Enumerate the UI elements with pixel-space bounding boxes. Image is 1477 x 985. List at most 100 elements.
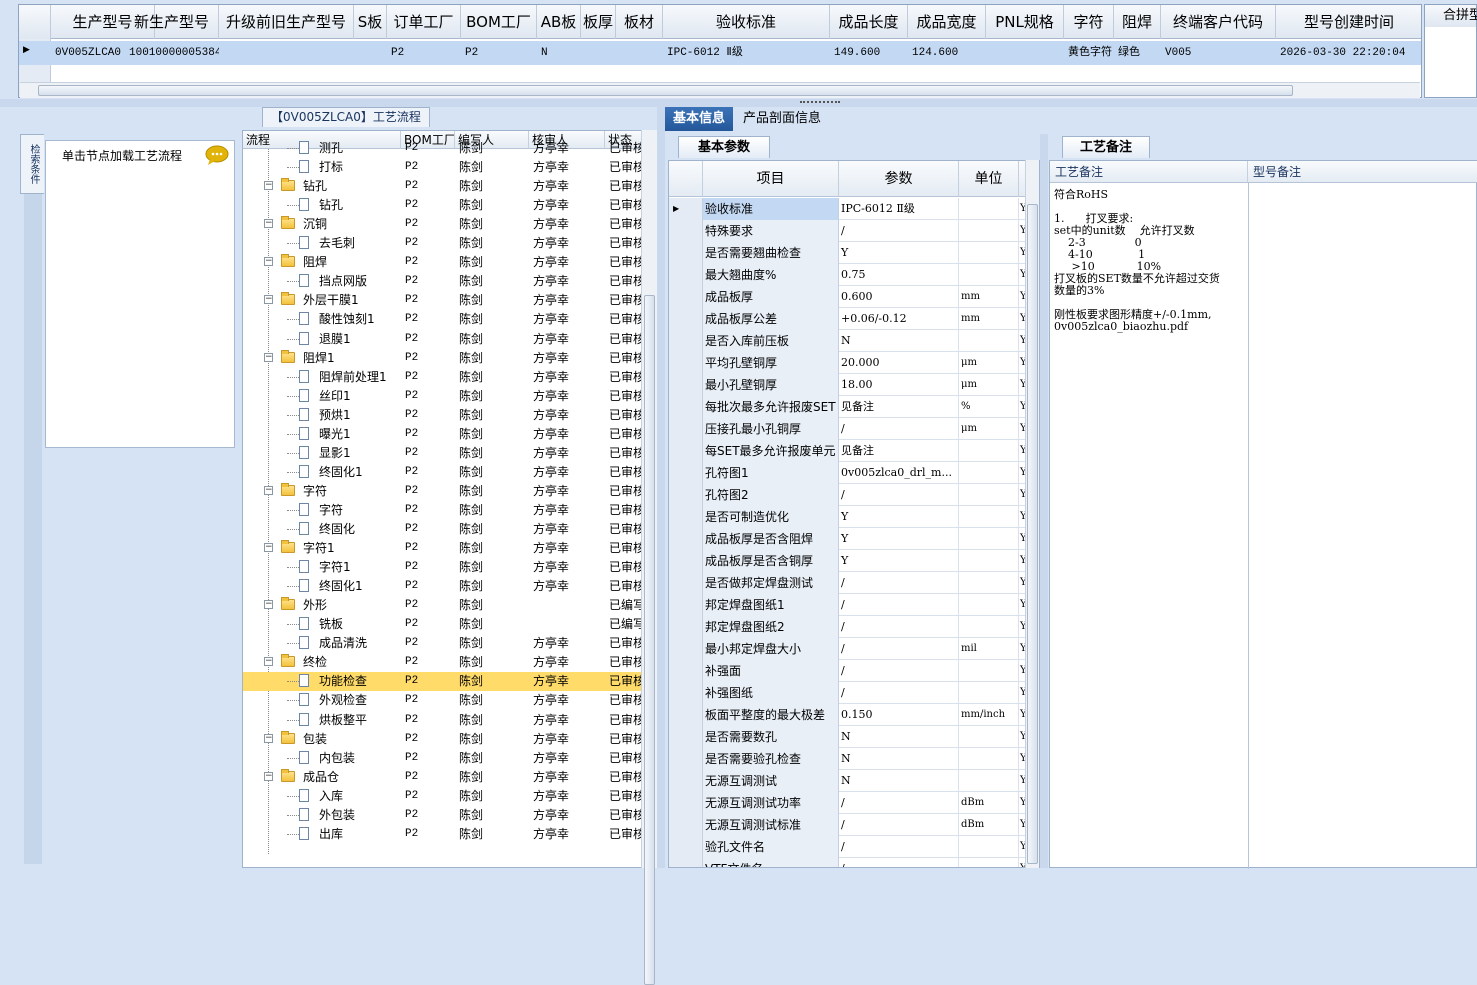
tree-row[interactable]: 字符 P2 陈剑 方亭幸 已审核: [243, 501, 643, 520]
tree-row[interactable]: 终固化1 P2 陈剑 方亭幸 已审核: [243, 577, 643, 596]
column-header[interactable]: 板材: [616, 5, 663, 39]
param-value[interactable]: /: [839, 594, 959, 616]
tab-basic-info[interactable]: 基本信息: [665, 107, 734, 131]
param-unit[interactable]: [959, 462, 1019, 484]
param-unit[interactable]: [959, 836, 1019, 858]
param-row[interactable]: 孔符图2/Y: [669, 484, 1039, 506]
tree-row[interactable]: 功能检查 P2 陈剑 方亭幸 已审核: [243, 672, 643, 692]
param-value[interactable]: /: [839, 682, 959, 704]
tree-row[interactable]: − 终检 P2 陈剑 方亭幸 已审核: [243, 653, 643, 672]
param-value[interactable]: 见备注: [839, 440, 959, 462]
tree-row[interactable]: 去毛刺 P2 陈剑 方亭幸 已审核: [243, 234, 643, 253]
param-value[interactable]: /: [839, 484, 959, 506]
param-row[interactable]: 最小邦定焊盘大小 / mil Y: [669, 638, 1039, 660]
param-value[interactable]: +0.06/-0.12: [839, 308, 959, 330]
horizontal-splitter[interactable]: [0, 99, 1477, 107]
param-value[interactable]: 18.00: [839, 374, 959, 396]
tree-row[interactable]: − 钻孔 P2 陈剑 方亭幸 已审核: [243, 177, 643, 196]
column-header[interactable]: 成品宽度: [908, 5, 986, 39]
param-unit[interactable]: [959, 198, 1019, 220]
model-cell[interactable]: P2: [391, 41, 461, 65]
tree-row[interactable]: − 外形 P2 陈剑 已编写: [243, 596, 643, 615]
param-value[interactable]: /: [839, 572, 959, 594]
param-unit[interactable]: μm: [959, 374, 1019, 396]
model-cell[interactable]: [585, 41, 616, 65]
column-header[interactable]: 终端客户代码: [1161, 5, 1276, 39]
tree-row[interactable]: 出库 P2 陈剑 方亭幸 已审核: [243, 825, 643, 844]
param-value[interactable]: Y: [839, 550, 959, 572]
param-row[interactable]: 成品板厚是否含铜厚 Y Y: [669, 550, 1039, 572]
param-row[interactable]: 补强图纸 / Y: [669, 682, 1039, 704]
param-row[interactable]: 邦定焊盘图纸2/Y: [669, 616, 1039, 638]
param-unit[interactable]: [959, 440, 1019, 462]
param-value[interactable]: N: [839, 726, 959, 748]
param-unit[interactable]: mm: [959, 308, 1019, 330]
tree-row[interactable]: − 字符1 P2 陈剑 方亭幸 已审核: [243, 539, 643, 558]
param-unit[interactable]: [959, 594, 1019, 616]
param-unit[interactable]: [959, 484, 1019, 506]
param-unit[interactable]: [959, 660, 1019, 682]
param-row[interactable]: 压接孔最小孔铜厚 / μm Y: [669, 418, 1039, 440]
param-value[interactable]: /: [839, 638, 959, 660]
param-value[interactable]: /: [839, 792, 959, 814]
parameter-grid[interactable]: 项目 参数 单位 ▶ 验收标准 IPC-6012 Ⅱ级 Y 特殊要求 / Y 是否需要翘曲检查 Y Y…: [668, 160, 1040, 868]
tree-row[interactable]: 外观检查 P2 陈剑 方亭幸 已审核: [243, 691, 643, 710]
param-unit[interactable]: [959, 726, 1019, 748]
param-row[interactable]: VTF文件名/Y: [669, 858, 1039, 867]
tree-row[interactable]: 丝印1 P2 陈剑 方亭幸 已审核: [243, 387, 643, 406]
param-column-header[interactable]: 单位: [959, 161, 1019, 197]
param-row[interactable]: 最小孔壁铜厚 18.00 μm Y: [669, 374, 1039, 396]
vertical-splitter-2[interactable]: [1040, 134, 1048, 868]
tree-row[interactable]: 打标 P2 陈剑 方亭幸 已审核: [243, 158, 643, 177]
param-unit[interactable]: [959, 616, 1019, 638]
param-unit[interactable]: μm: [959, 418, 1019, 440]
tree-row[interactable]: 酸性蚀刻1 P2 陈剑 方亭幸 已审核: [243, 310, 643, 329]
param-unit[interactable]: [959, 550, 1019, 572]
tree-row[interactable]: 阻焊前处理1 P2 陈剑 方亭幸 已审核: [243, 368, 643, 387]
tree-row[interactable]: 外包装 P2 陈剑 方亭幸 已审核: [243, 806, 643, 825]
tab-process-notes[interactable]: 工艺备注: [1062, 136, 1150, 158]
param-row[interactable]: 每SET最多允许报废单元 见备注 Y: [669, 440, 1039, 462]
param-value[interactable]: N: [839, 748, 959, 770]
param-value[interactable]: /: [839, 836, 959, 858]
param-column-header[interactable]: 项目: [703, 161, 839, 197]
column-header[interactable]: 板厚: [581, 5, 616, 39]
model-cell[interactable]: [990, 41, 1064, 65]
collapse-icon[interactable]: −: [264, 657, 273, 667]
column-header[interactable]: PNL规格: [986, 5, 1064, 39]
param-row[interactable]: 验孔文件名 / Y: [669, 836, 1039, 858]
param-vertical-scrollbar[interactable]: [1025, 160, 1039, 868]
tree-row[interactable]: − 阻焊1 P2 陈剑 方亭幸 已审核: [243, 349, 643, 368]
model-cell[interactable]: 2026-03-30 22:20:04: [1280, 41, 1421, 65]
param-row[interactable]: 是否需要数孔 N Y: [669, 726, 1039, 748]
param-row[interactable]: 平均孔壁铜厚 20.000 μm Y: [669, 352, 1039, 374]
param-row[interactable]: 是否需要翘曲检查 Y Y: [669, 242, 1039, 264]
model-cell[interactable]: [223, 41, 354, 65]
param-value[interactable]: 见备注: [839, 396, 959, 418]
search-conditions-tab[interactable]: 检索条件: [20, 134, 44, 194]
param-row[interactable]: 最大翘曲度% 0.75 Y: [669, 264, 1039, 286]
param-column-header[interactable]: 参数: [839, 161, 959, 197]
param-value[interactable]: /: [839, 660, 959, 682]
param-value[interactable]: N: [839, 330, 959, 352]
collapse-icon[interactable]: −: [264, 485, 273, 495]
param-value[interactable]: 0.150: [839, 704, 959, 726]
param-unit[interactable]: [959, 528, 1019, 550]
horizontal-scrollbar[interactable]: [20, 82, 1420, 98]
collapse-icon[interactable]: −: [264, 771, 273, 781]
param-value[interactable]: /: [839, 814, 959, 836]
model-cell[interactable]: 黄色字符: [1068, 41, 1114, 65]
tree-row[interactable]: 终固化1 P2 陈剑 方亭幸 已审核: [243, 463, 643, 482]
param-column-header[interactable]: [669, 161, 703, 197]
column-header[interactable]: 升级前旧生产型号: [219, 5, 354, 39]
param-row[interactable]: 成品板厚是否含阻焊 Y Y: [669, 528, 1039, 550]
param-row[interactable]: 无源互调测试功率 / dBm Y: [669, 792, 1039, 814]
param-unit[interactable]: %: [959, 396, 1019, 418]
param-unit[interactable]: [959, 572, 1019, 594]
collapse-icon[interactable]: −: [264, 352, 273, 362]
column-header[interactable]: 验收标准: [663, 5, 830, 39]
splitter-grip[interactable]: [800, 101, 840, 104]
collapse-icon[interactable]: −: [264, 295, 273, 305]
param-row[interactable]: 无源互调测试标准 / dBm Y: [669, 814, 1039, 836]
param-unit[interactable]: mm: [959, 286, 1019, 308]
